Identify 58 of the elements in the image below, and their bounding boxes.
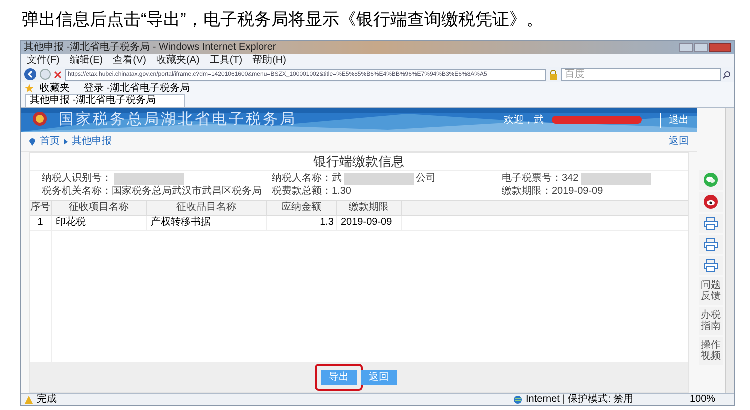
scrollbar[interactable] xyxy=(725,108,734,393)
section-heading: 银行端缴款信息 xyxy=(314,152,404,171)
redaction-bar xyxy=(114,173,184,185)
info-field: 税费款总额：1.30 xyxy=(272,186,352,198)
info-field: 公司 xyxy=(416,173,436,185)
info-field: 纳税人识别号： xyxy=(42,173,112,185)
star-icon[interactable] xyxy=(25,84,34,93)
column-header: 征收品目名称 xyxy=(147,201,267,215)
banner-title: 国家税务总局湖北省电子税务局 xyxy=(59,110,297,130)
eye-icon[interactable] xyxy=(704,195,718,209)
breadcrumb-link[interactable]: 其他申报 xyxy=(72,134,112,149)
breadcrumb-link[interactable]: 首页 xyxy=(40,134,60,149)
table-cell: 1.3 xyxy=(267,216,337,230)
maximize-button[interactable] xyxy=(694,43,708,52)
warning-icon xyxy=(25,396,33,404)
favorites-button[interactable]: 收藏夹 xyxy=(40,82,70,94)
info-field: 缴款期限：2019-09-09 xyxy=(502,186,604,198)
menu-item[interactable]: 编辑(E) xyxy=(70,54,104,66)
menu-item[interactable]: 文件(F) xyxy=(27,54,60,66)
close-icon[interactable] xyxy=(54,70,62,78)
menu-item[interactable]: 收藏夹(A) xyxy=(156,54,200,66)
chevron-icon xyxy=(64,138,68,144)
printer-icon[interactable] xyxy=(704,217,718,230)
status-text: 完成 xyxy=(37,394,58,405)
back-link[interactable]: 返回 xyxy=(669,134,689,149)
table-cell: 印花税 xyxy=(52,216,147,230)
redaction-bar xyxy=(580,173,651,185)
security-zone: Internet | 保护模式: 禁用 xyxy=(526,394,635,405)
forward-icon[interactable] xyxy=(40,69,51,80)
welcome-text: 欢迎，武 xyxy=(504,114,544,128)
zoom-level[interactable]: 100% xyxy=(690,394,730,405)
lock-icon xyxy=(549,70,558,80)
column-header: 序号 xyxy=(30,201,52,215)
favorite-link[interactable]: 登录 -湖北省电子税务局 xyxy=(84,82,190,94)
menu-item[interactable]: 帮助(H) xyxy=(252,54,286,66)
chat-bubble-icon[interactable] xyxy=(704,173,718,187)
redaction-bar xyxy=(344,173,414,185)
info-field: 税务机关名称：国家税务总局武汉市武昌区税务局 xyxy=(42,186,262,198)
location-pin-icon xyxy=(29,137,36,146)
info-field: 纳税人名称：武 xyxy=(272,173,342,185)
globe-icon xyxy=(514,396,522,404)
column-header: 缴款期限 xyxy=(337,201,402,215)
back-icon[interactable] xyxy=(24,68,37,81)
table-cell: 产权转移书据 xyxy=(147,216,267,230)
table-cell: 2019-09-09 xyxy=(337,216,402,230)
browser-tab[interactable]: 其他申报 -湖北省电子税务局 xyxy=(25,94,185,107)
info-field: 电子税票号：342 xyxy=(502,173,579,185)
printer-icon[interactable] xyxy=(704,238,718,251)
column-header: 应纳金额 xyxy=(267,201,337,215)
caption: 弹出信息后点击“导出”，电子税务局将显示《银行端查询缴税凭证》。 xyxy=(22,9,544,32)
minimize-button[interactable] xyxy=(679,43,693,52)
search-icon[interactable] xyxy=(723,70,731,78)
menu-item[interactable]: 工具(T) xyxy=(210,54,243,66)
window-title: 其他申报 -湖北省电子税务局 - Windows Internet Explorer xyxy=(24,42,278,54)
column-header: 征收项目名称 xyxy=(52,201,147,215)
printer-icon[interactable] xyxy=(704,259,718,272)
menu-item[interactable]: 查看(V) xyxy=(113,54,146,66)
table-cell: 1 xyxy=(30,216,52,230)
